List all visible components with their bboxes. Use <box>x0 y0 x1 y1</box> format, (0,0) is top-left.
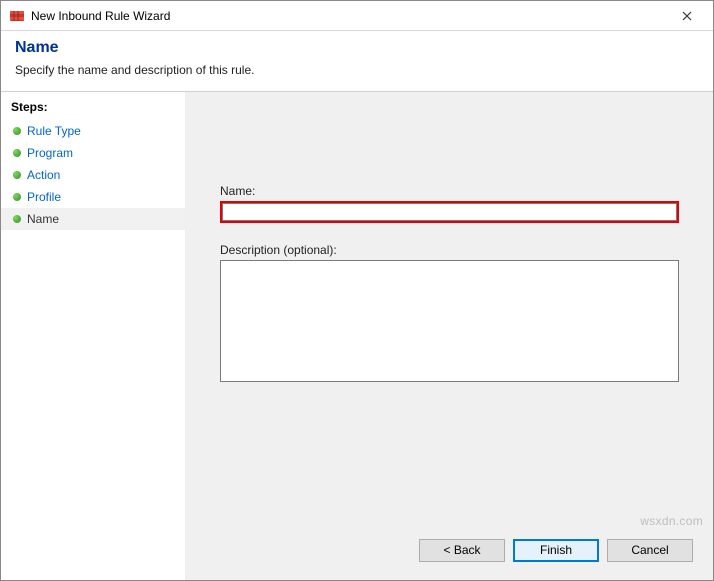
button-row: < Back Finish Cancel <box>186 532 713 580</box>
name-input[interactable] <box>222 203 677 221</box>
page-subtitle: Specify the name and description of this… <box>15 63 699 77</box>
window-title: New Inbound Rule Wizard <box>31 9 170 23</box>
bullet-icon <box>13 127 21 135</box>
step-name[interactable]: Name <box>1 208 185 230</box>
name-highlight <box>220 201 679 223</box>
close-icon <box>682 8 692 24</box>
content-pane: Name: Description (optional): wsxdn.com … <box>186 92 713 580</box>
step-profile[interactable]: Profile <box>1 186 185 208</box>
step-link[interactable]: Profile <box>27 190 61 204</box>
name-label: Name: <box>220 184 679 198</box>
step-link[interactable]: Program <box>27 146 73 160</box>
step-program[interactable]: Program <box>1 142 185 164</box>
steps-heading: Steps: <box>1 96 185 120</box>
bullet-icon <box>13 193 21 201</box>
close-button[interactable] <box>667 4 707 28</box>
step-link[interactable]: Rule Type <box>27 124 81 138</box>
step-action[interactable]: Action <box>1 164 185 186</box>
description-label: Description (optional): <box>220 243 679 257</box>
wizard-header: Name Specify the name and description of… <box>1 31 713 92</box>
bullet-icon <box>13 215 21 223</box>
wizard-window: New Inbound Rule Wizard Name Specify the… <box>0 0 714 581</box>
back-button[interactable]: < Back <box>419 539 505 562</box>
step-link[interactable]: Action <box>27 168 60 182</box>
description-input[interactable] <box>220 260 679 382</box>
page-title: Name <box>15 39 699 57</box>
finish-button[interactable]: Finish <box>513 539 599 562</box>
bullet-icon <box>13 171 21 179</box>
wizard-body: Steps: Rule Type Program Action Profile … <box>1 92 713 580</box>
form-area: Name: Description (optional): <box>186 92 713 532</box>
step-label: Name <box>27 212 59 226</box>
cancel-button[interactable]: Cancel <box>607 539 693 562</box>
firewall-icon <box>9 8 25 24</box>
step-rule-type[interactable]: Rule Type <box>1 120 185 142</box>
steps-sidebar: Steps: Rule Type Program Action Profile … <box>1 92 186 580</box>
titlebar: New Inbound Rule Wizard <box>1 1 713 31</box>
bullet-icon <box>13 149 21 157</box>
